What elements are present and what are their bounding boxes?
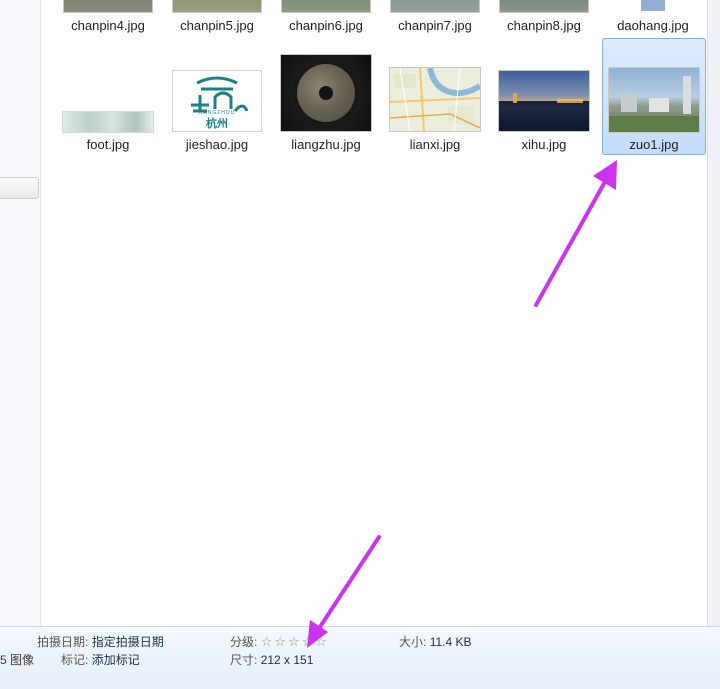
rating-star-icon[interactable]: ☆ xyxy=(288,634,300,649)
file-name: foot.jpg xyxy=(86,137,130,152)
tags-label: 标记: xyxy=(61,653,89,667)
building-tower xyxy=(683,76,691,114)
file-name: chanpin8.jpg xyxy=(507,18,581,33)
file-thumbnail xyxy=(389,67,481,132)
date-taken-label: 拍摄日期: xyxy=(37,635,89,649)
date-taken-value[interactable]: 指定拍摄日期 xyxy=(92,635,164,649)
file-item-chanpin7[interactable]: chanpin7.jpg xyxy=(384,0,486,38)
file-thumbnail xyxy=(172,0,262,13)
file-item-daohang[interactable]: daohang.jpg xyxy=(602,0,704,38)
file-thumbnail xyxy=(641,0,665,11)
rating-star-icon[interactable]: ☆ xyxy=(274,634,286,649)
item-count: 5 图像 xyxy=(0,653,35,667)
file-list-view[interactable]: chanpin4.jpg chanpin5.jpg chanpin6.jpg c… xyxy=(41,0,708,626)
jade-disc xyxy=(297,64,355,122)
dimensions-field: 尺寸: 212 x 151 xyxy=(230,651,313,668)
file-thumbnail xyxy=(63,0,153,13)
building-block xyxy=(649,98,669,112)
file-thumbnail xyxy=(498,70,590,132)
file-thumbnail xyxy=(280,54,372,132)
size-field: 大小: 11.4 KB xyxy=(399,633,472,650)
size-value: 11.4 KB xyxy=(429,635,472,649)
file-name: zuo1.jpg xyxy=(629,137,679,152)
file-name: xihu.jpg xyxy=(521,137,567,152)
navigation-scrollbar-thumb[interactable] xyxy=(0,177,39,199)
file-name: chanpin7.jpg xyxy=(398,18,472,33)
tags-value[interactable]: 添加标记 xyxy=(92,653,140,667)
file-item-chanpin5[interactable]: chanpin5.jpg xyxy=(166,0,268,38)
building-block xyxy=(621,94,637,112)
rating-star-icon[interactable]: ☆ xyxy=(261,634,273,649)
file-item-jieshao[interactable]: HANGZHOU 杭州 jieshao.jpg xyxy=(166,49,268,157)
file-thumbnail xyxy=(281,0,371,13)
rating-label: 分级: xyxy=(230,635,258,649)
date-taken-field: 拍摄日期: 指定拍摄日期 xyxy=(37,633,164,650)
file-name: chanpin5.jpg xyxy=(180,18,254,33)
window-right-border xyxy=(707,0,720,626)
file-name: liangzhu.jpg xyxy=(291,137,361,152)
green-park xyxy=(609,116,699,132)
rating-stars[interactable]: ☆ ☆ ☆ ☆ ☆ xyxy=(261,634,329,649)
file-item-foot[interactable]: foot.jpg xyxy=(57,49,159,157)
city-lights xyxy=(557,99,583,103)
file-item-chanpin8[interactable]: chanpin8.jpg xyxy=(493,0,595,38)
dimensions-value: 212 x 151 xyxy=(260,653,314,667)
details-pane: 5 图像 拍摄日期: 指定拍摄日期 标记: 添加标记 分级: ☆ ☆ ☆ ☆ ☆ 尺寸:… xyxy=(0,626,720,689)
file-thumbnail: HANGZHOU 杭州 xyxy=(172,70,262,132)
file-thumbnail xyxy=(608,67,700,133)
file-thumbnail xyxy=(499,0,589,13)
file-item-zuo1[interactable]: zuo1.jpg xyxy=(602,38,706,155)
file-item-liangzhu[interactable]: liangzhu.jpg xyxy=(275,49,377,157)
dimensions-label: 尺寸: xyxy=(230,653,258,667)
file-item-xihu[interactable]: xihu.jpg xyxy=(493,49,595,157)
map-image xyxy=(390,68,480,131)
file-name: daohang.jpg xyxy=(617,18,689,33)
file-name: lianxi.jpg xyxy=(409,137,461,152)
file-thumbnail xyxy=(62,111,154,133)
file-name: jieshao.jpg xyxy=(185,137,249,152)
size-label: 大小: xyxy=(399,635,427,649)
navigation-pane[interactable] xyxy=(0,0,41,626)
file-name: chanpin4.jpg xyxy=(71,18,145,33)
file-name: chanpin6.jpg xyxy=(289,18,363,33)
rating-field: 分级: ☆ ☆ ☆ ☆ ☆ xyxy=(230,633,329,650)
tags-field: 标记: 添加标记 xyxy=(61,651,140,668)
file-thumbnail xyxy=(390,0,480,13)
rating-star-icon[interactable]: ☆ xyxy=(315,634,327,649)
logo-city-cn: 杭州 xyxy=(206,117,228,130)
file-item-chanpin6[interactable]: chanpin6.jpg xyxy=(275,0,377,38)
file-item-chanpin4[interactable]: chanpin4.jpg xyxy=(57,0,159,38)
file-item-lianxi[interactable]: lianxi.jpg xyxy=(384,49,486,157)
pagoda xyxy=(513,93,517,103)
rating-star-icon[interactable]: ☆ xyxy=(302,634,314,649)
